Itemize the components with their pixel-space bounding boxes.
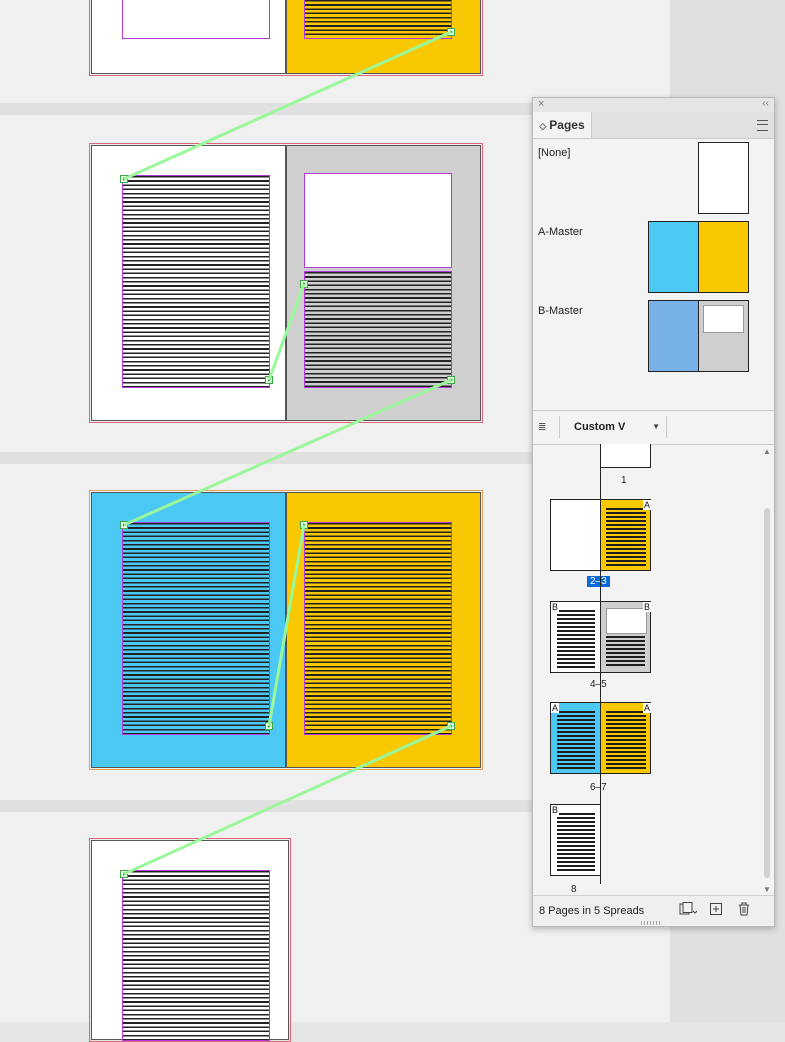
- panel-footer: 8 Pages in 5 Spreads: [533, 895, 774, 926]
- in-port[interactable]: [120, 870, 128, 878]
- text-frame[interactable]: [122, 522, 270, 735]
- page-left-a[interactable]: [91, 492, 286, 768]
- page-size-icon[interactable]: [679, 902, 698, 918]
- resize-grip[interactable]: [641, 921, 661, 925]
- spread-b-master[interactable]: [89, 143, 483, 423]
- scroll-down-icon[interactable]: ▼: [763, 885, 771, 894]
- in-port[interactable]: [300, 521, 308, 529]
- text-frame[interactable]: [304, 522, 452, 735]
- spread-a-master[interactable]: [89, 490, 483, 770]
- spine-line: [600, 444, 601, 884]
- master-letter: B: [551, 805, 560, 815]
- page-count-label: 8 Pages in 5 Spreads: [539, 905, 645, 917]
- grip-icon[interactable]: ≣: [538, 422, 546, 433]
- page-thumb-2[interactable]: [550, 499, 601, 571]
- panel-tab-row: ◇ Pages: [533, 112, 774, 139]
- dropdown-chevron-icon: ▼: [652, 422, 660, 431]
- page-2-partial[interactable]: [286, 0, 481, 74]
- page-1[interactable]: [91, 0, 286, 74]
- out-port[interactable]: [447, 28, 455, 36]
- text-frame[interactable]: [304, 271, 452, 388]
- tab-pages-label: Pages: [549, 118, 585, 132]
- text-frame[interactable]: [122, 175, 270, 388]
- tab-pages[interactable]: ◇ Pages: [533, 112, 592, 138]
- page-thumb-1[interactable]: [600, 444, 651, 468]
- page-label-1: 1: [621, 475, 627, 486]
- panel-controls: ≣ Custom V ▼: [533, 410, 774, 444]
- master-letter: B: [551, 602, 560, 612]
- close-icon[interactable]: ×: [538, 98, 544, 110]
- scroll-up-icon[interactable]: ▲: [763, 447, 771, 456]
- master-b-thumb[interactable]: [648, 300, 749, 372]
- delete-page-icon[interactable]: [737, 902, 751, 918]
- master-b-label[interactable]: B-Master: [538, 305, 583, 317]
- page-label-6-7: 6–7: [590, 782, 607, 793]
- master-a-label[interactable]: A-Master: [538, 226, 583, 238]
- panel-divider: [533, 444, 774, 445]
- view-select-value: Custom V: [574, 421, 626, 433]
- panel-titlebar[interactable]: × ‹‹: [533, 98, 774, 113]
- collapse-icon[interactable]: ‹‹: [762, 98, 769, 109]
- master-letter: A: [643, 703, 652, 713]
- scrollbar-thumb[interactable]: [764, 508, 770, 878]
- page-left-b[interactable]: [91, 145, 286, 421]
- in-port[interactable]: [120, 175, 128, 183]
- pages-panel: × ‹‹ ◇ Pages [None] A-Master B-Master ≣ C…: [532, 97, 775, 927]
- view-select[interactable]: Custom V ▼: [559, 416, 667, 438]
- out-port[interactable]: [447, 376, 455, 384]
- in-port[interactable]: [120, 521, 128, 529]
- menu-icon[interactable]: [757, 120, 768, 131]
- master-none-label[interactable]: [None]: [538, 147, 570, 159]
- text-frame[interactable]: [304, 0, 452, 39]
- in-port[interactable]: [300, 280, 308, 288]
- page-label-4-5: 4–5: [590, 679, 607, 690]
- master-a-thumb[interactable]: [648, 221, 749, 293]
- master-letter: A: [643, 500, 652, 510]
- master-none-thumb[interactable]: [698, 142, 749, 214]
- spread-1[interactable]: [89, 0, 483, 76]
- new-page-icon[interactable]: [709, 902, 723, 918]
- text-frame[interactable]: [122, 870, 270, 1041]
- master-letter: A: [551, 703, 560, 713]
- out-port[interactable]: [447, 722, 455, 730]
- tab-chevron-icon: ◇: [539, 121, 547, 131]
- out-port[interactable]: [265, 376, 273, 384]
- page-label-2-3[interactable]: 2–3: [587, 576, 610, 587]
- out-port[interactable]: [265, 722, 273, 730]
- master-letter: B: [643, 602, 652, 612]
- page-label-8: 8: [571, 884, 577, 895]
